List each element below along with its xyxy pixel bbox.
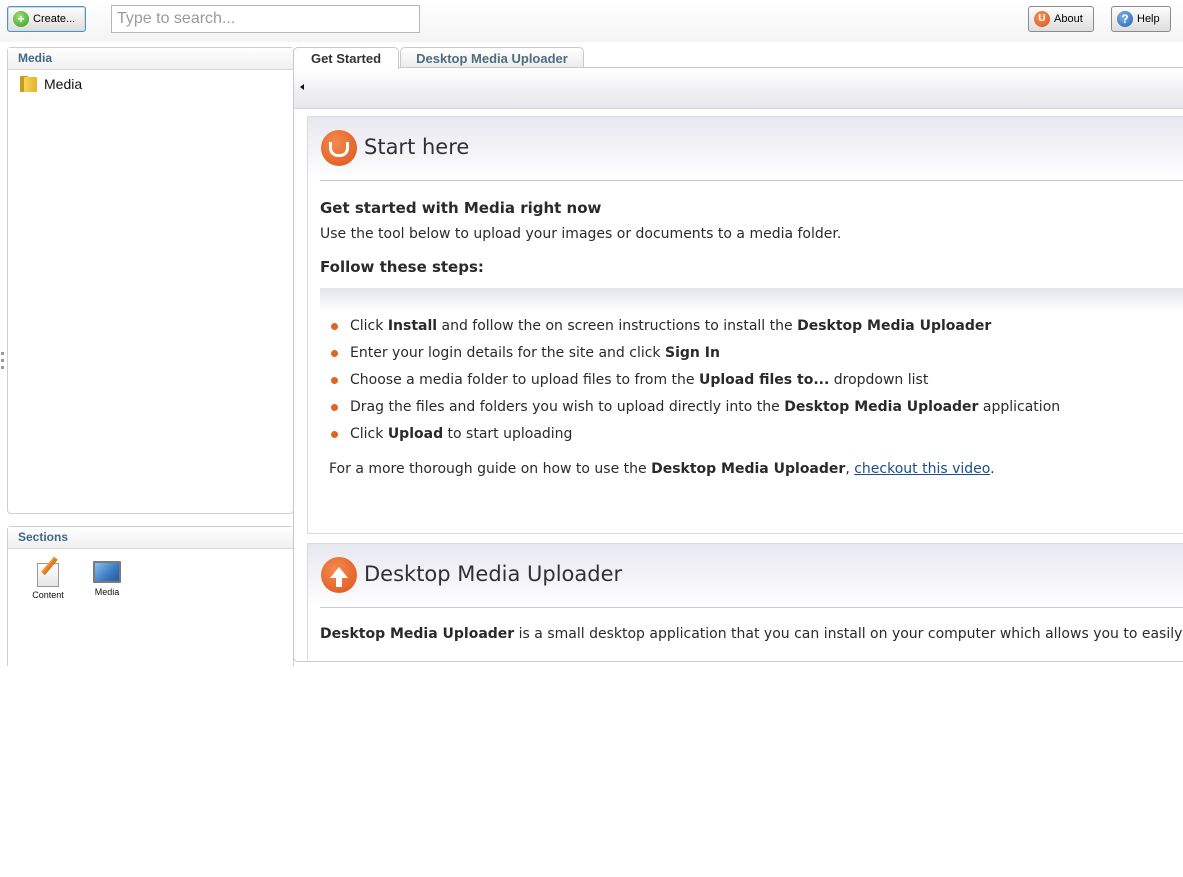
steps-list: Click Install and follow the on screen i… <box>320 313 1183 448</box>
about-button-label: About <box>1054 13 1083 25</box>
folder-icon <box>20 76 37 92</box>
bullet-icon <box>331 377 338 384</box>
steps-band <box>320 288 1183 312</box>
help-button-label: Help <box>1137 13 1160 25</box>
help-icon: ? <box>1117 11 1133 27</box>
list-item: Click Upload to start uploading <box>331 421 1183 448</box>
start-here-title: Start here <box>364 135 470 159</box>
guide-paragraph: For a more thorough guide on how to use … <box>329 461 995 477</box>
tab-get-started-label: Get Started <box>310 51 382 66</box>
panel-resize-handle[interactable] <box>1 352 5 373</box>
umbraco-logo-icon <box>321 130 357 166</box>
section-media-label: Media <box>94 587 120 597</box>
uploader-header: Desktop Media Uploader <box>308 544 1183 608</box>
uploader-title: Desktop Media Uploader <box>364 562 623 586</box>
section-content-label: Content <box>32 590 64 600</box>
media-tree-panel: Media Media <box>7 47 294 514</box>
list-item: Drag the files and folders you wish to u… <box>331 394 1183 421</box>
start-here-intro: Use the tool below to upload your images… <box>320 226 842 242</box>
main-content-frame: Start here Get started with Media right … <box>293 67 1183 662</box>
top-toolbar: + Create... U About ? Help <box>0 0 1183 42</box>
tree-item-label: Media <box>44 76 83 92</box>
bullet-icon <box>331 323 338 330</box>
section-content[interactable]: Content <box>28 556 68 600</box>
start-here-box: Start here Get started with Media right … <box>307 116 1183 534</box>
tree-item-media[interactable]: Media <box>20 76 82 92</box>
collapse-left-arrow-icon[interactable] <box>300 84 304 90</box>
plus-icon: + <box>13 11 29 27</box>
search-input[interactable] <box>111 5 420 33</box>
list-item: Choose a media folder to upload files to… <box>331 367 1183 394</box>
umbraco-logo-icon: U <box>1034 11 1050 27</box>
desktop-media-uploader-box: Desktop Media Uploader Desktop Media Upl… <box>307 543 1183 661</box>
start-here-header: Start here <box>308 117 1183 181</box>
help-button[interactable]: ? Help <box>1111 6 1171 32</box>
media-panel-title: Media <box>8 48 293 70</box>
sections-panel-title: Sections <box>8 527 293 549</box>
sections-panel: Sections Content Media <box>7 526 294 666</box>
media-icon <box>93 561 121 583</box>
upload-arrow-icon <box>321 557 357 593</box>
list-item: Click Install and follow the on screen i… <box>331 313 1183 340</box>
uploader-description: Desktop Media Uploader is a small deskto… <box>320 626 1183 642</box>
about-button[interactable]: U About <box>1028 6 1094 32</box>
video-link[interactable]: checkout this video <box>854 461 990 477</box>
bullet-icon <box>331 350 338 357</box>
bullet-icon <box>331 404 338 411</box>
content-icon <box>35 556 61 587</box>
bullet-icon <box>331 431 338 438</box>
list-item: Enter your login details for the site an… <box>331 340 1183 367</box>
section-media[interactable]: Media <box>87 561 127 597</box>
steps-heading: Follow these steps: <box>320 258 484 276</box>
create-button[interactable]: + Create... <box>7 6 86 32</box>
content-toolbar <box>294 68 1183 109</box>
create-button-label: Create... <box>33 13 76 25</box>
tab-get-started[interactable]: Get Started <box>293 47 399 69</box>
tab-desktop-media-uploader[interactable]: Desktop Media Uploader <box>400 47 584 68</box>
tab-uploader-label: Desktop Media Uploader <box>416 50 568 66</box>
start-here-subtitle: Get started with Media right now <box>320 199 602 217</box>
